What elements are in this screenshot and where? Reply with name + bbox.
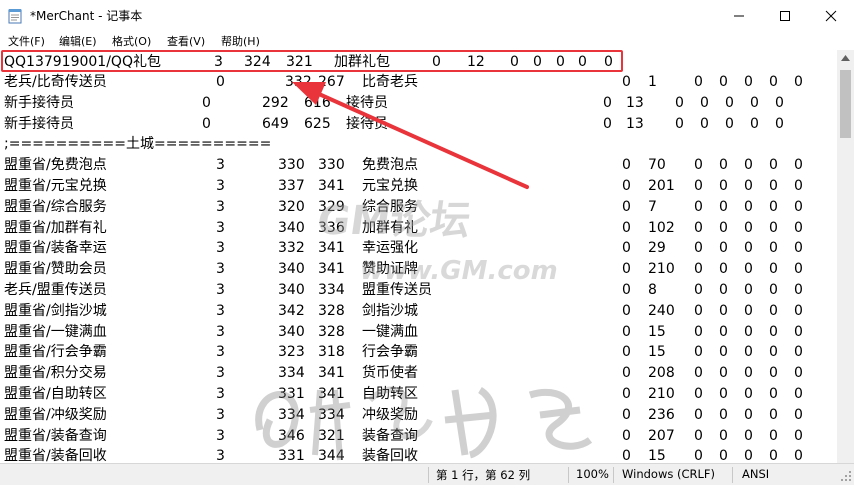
scroll-up-icon[interactable] [841, 55, 850, 61]
menu-help[interactable]: 帮助(H) [221, 33, 260, 49]
line-ending: Windows (CRLF) [622, 467, 716, 481]
minimize-button[interactable] [716, 0, 762, 32]
zoom-level: 100% [576, 467, 609, 481]
vertical-scrollbar[interactable] [837, 50, 854, 463]
cursor-position: 第 1 行，第 62 列 [436, 468, 531, 482]
close-button[interactable] [808, 0, 854, 32]
title-bar[interactable]: *MerChant - 记事本 [0, 0, 854, 32]
text-editor[interactable]: QQ137919001/QQ礼包 3 324 321 加群礼包 0 12 0 0 0 0 0 老兵/比奇… [0, 50, 837, 463]
status-bar: 第 1 行，第 62 列 100% Windows (CRLF) ANSI [0, 463, 854, 485]
menu-edit[interactable]: 编辑(E) [59, 33, 97, 49]
window-title: *MerChant - 记事本 [30, 9, 143, 23]
maximize-icon [780, 11, 790, 21]
resize-grip-icon[interactable] [840, 470, 852, 482]
encoding: ANSI [742, 467, 770, 481]
scrollbar-thumb[interactable] [840, 70, 851, 138]
menu-bar: 文件(F) 编辑(E) 格式(O) 查看(V) 帮助(H) [0, 32, 854, 50]
close-icon [825, 10, 837, 22]
menu-view[interactable]: 查看(V) [167, 33, 205, 49]
minimize-icon [734, 15, 744, 17]
menu-format[interactable]: 格式(O) [112, 33, 151, 49]
notepad-icon [8, 9, 22, 24]
menu-file[interactable]: 文件(F) [8, 33, 45, 49]
annotation-arrow [292, 82, 529, 189]
maximize-button[interactable] [762, 0, 808, 32]
